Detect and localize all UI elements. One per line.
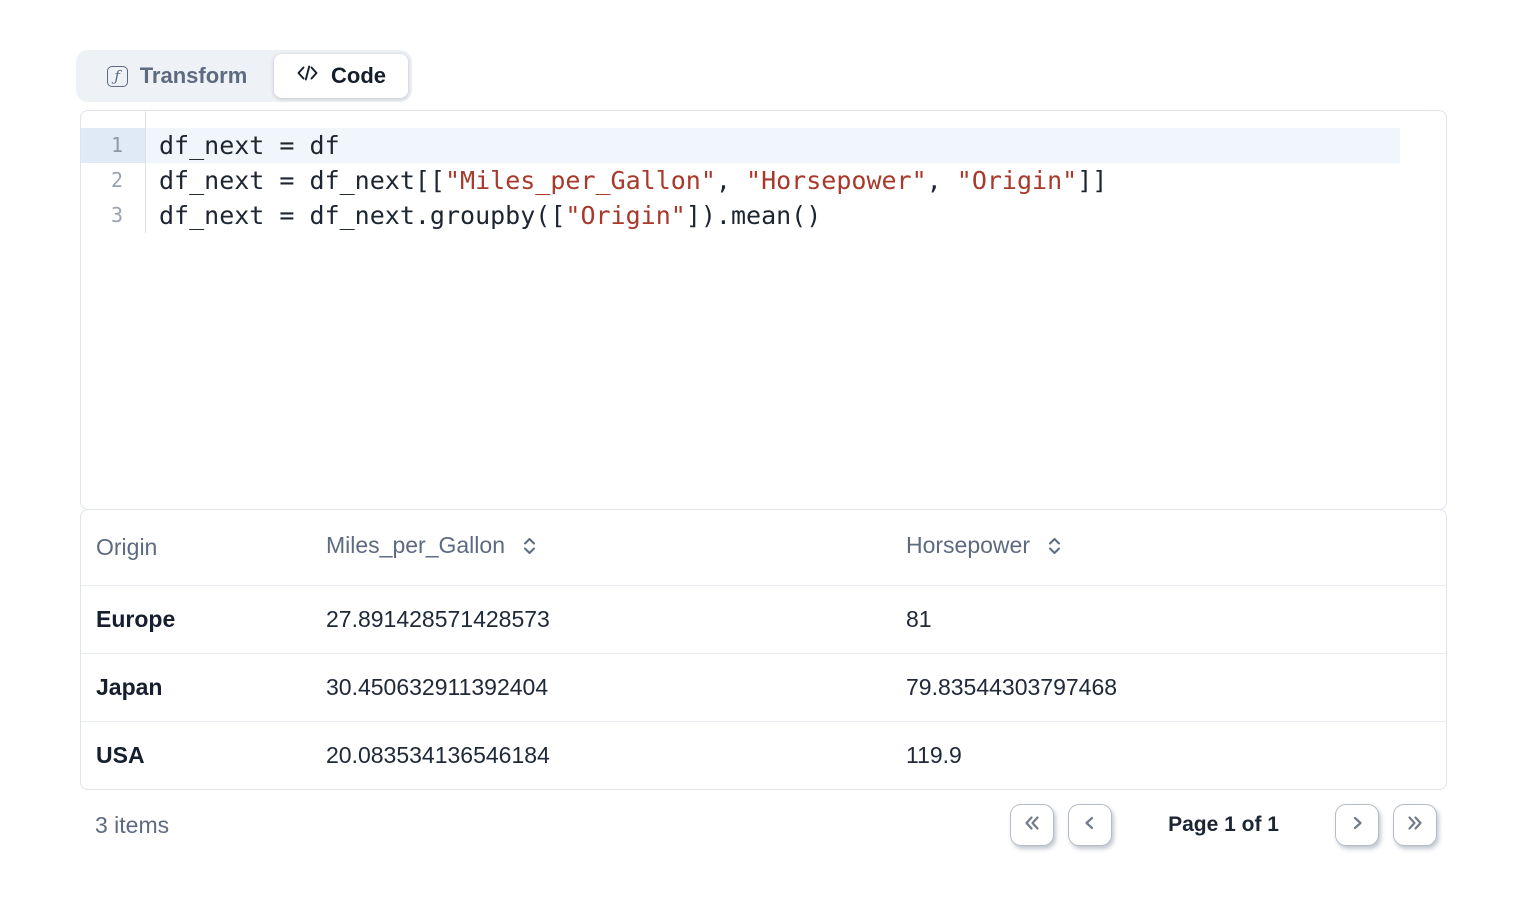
result-table: Origin Miles_per_Gallon Horsepower Europ…: [80, 509, 1447, 790]
cell-miles-per-gallon: 30.450632911392404: [326, 674, 906, 701]
cell-origin: Europe: [81, 606, 326, 633]
cell-miles-per-gallon: 27.891428571428573: [326, 606, 906, 633]
pagination: Page 1 of 1: [1010, 804, 1447, 846]
cell-horsepower: 81: [906, 606, 1446, 633]
table-header-row: Origin Miles_per_Gallon Horsepower: [81, 510, 1446, 585]
code-line-1[interactable]: df_next = df: [146, 128, 1400, 163]
cell-horsepower: 79.83544303797468: [906, 674, 1446, 701]
table-row: Japan 30.450632911392404 79.835443037974…: [81, 653, 1446, 721]
table-row: Europe 27.891428571428573 81: [81, 585, 1446, 653]
sort-icon[interactable]: [1046, 535, 1063, 563]
table-row: USA 20.083534136546184 119.9: [81, 721, 1446, 789]
double-chevron-right-icon: [1405, 813, 1425, 838]
tab-transform-label: Transform: [140, 63, 248, 89]
column-header-horsepower[interactable]: Horsepower: [906, 532, 1446, 563]
chevron-right-icon: [1348, 814, 1366, 837]
sort-icon[interactable]: [521, 535, 538, 563]
table-footer: 3 items Page 1 of 1: [80, 803, 1447, 847]
line-number: 2: [81, 163, 145, 198]
page-indicator: Page 1 of 1: [1168, 813, 1279, 837]
code-line-3[interactable]: df_next = df_next.groupby(["Origin"]).me…: [146, 198, 1400, 233]
line-number-gutter: 1 2 3: [81, 111, 146, 233]
previous-page-button[interactable]: [1068, 804, 1112, 846]
column-header-origin: Origin: [81, 534, 326, 561]
cell-origin: USA: [81, 742, 326, 769]
items-count: 3 items: [80, 812, 169, 839]
cell-origin: Japan: [81, 674, 326, 701]
code-line-2[interactable]: df_next = df_next[["Miles_per_Gallon", "…: [146, 163, 1400, 198]
cell-horsepower: 119.9: [906, 742, 1446, 769]
tab-code[interactable]: Code: [274, 54, 408, 98]
code-editor[interactable]: 1 2 3 df_next = df df_next = df_next[["M…: [80, 110, 1447, 510]
first-page-button[interactable]: [1010, 804, 1054, 846]
last-page-button[interactable]: [1393, 804, 1437, 846]
next-page-button[interactable]: [1335, 804, 1379, 846]
chevron-left-icon: [1081, 814, 1099, 837]
view-switcher: ƒ Transform Code: [76, 50, 412, 102]
line-number: 1: [81, 128, 145, 163]
double-chevron-left-icon: [1022, 813, 1042, 838]
cell-miles-per-gallon: 20.083534136546184: [326, 742, 906, 769]
column-header-miles-per-gallon[interactable]: Miles_per_Gallon: [326, 532, 906, 563]
tab-transform[interactable]: ƒ Transform: [80, 54, 274, 98]
function-icon: ƒ: [107, 66, 128, 87]
line-number: 3: [81, 198, 145, 233]
code-icon: [296, 63, 319, 89]
tab-code-label: Code: [331, 63, 386, 89]
code-content[interactable]: df_next = df df_next = df_next[["Miles_p…: [146, 111, 1446, 233]
